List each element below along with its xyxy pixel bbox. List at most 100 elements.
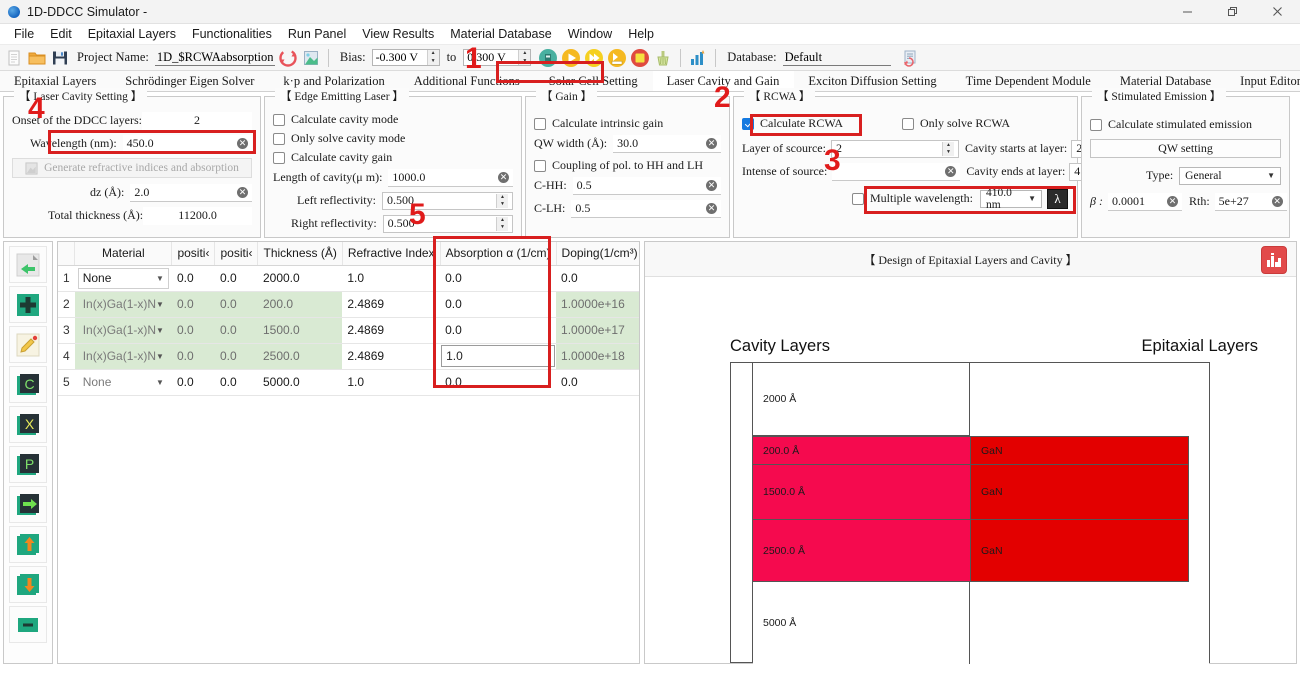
cavity-length-input[interactable]: 1000.0 ✕ — [388, 168, 513, 187]
cell-absorption[interactable]: 0.0 — [440, 317, 557, 344]
reload-database-icon[interactable] — [900, 48, 920, 68]
menu-item-view-results[interactable]: View Results — [354, 25, 442, 43]
cell-refractive-index[interactable]: 2.4869 — [342, 317, 441, 344]
menu-item-edit[interactable]: Edit — [42, 25, 80, 43]
qw-setting-button[interactable]: QW setting — [1090, 139, 1281, 158]
left-reflectivity-input[interactable]: 0.500 ▲ ▼ — [381, 191, 513, 210]
clear-chh-icon[interactable]: ✕ — [706, 179, 717, 191]
material-select[interactable]: In(x)Ga(1-x)N ▼ — [78, 320, 169, 341]
only-solve-cavity-mode-row[interactable]: Only solve cavity mode — [273, 130, 513, 147]
menu-item-help[interactable]: Help — [620, 25, 662, 43]
save-as-icon[interactable] — [301, 48, 321, 68]
cell-doping[interactable]: 0.0 — [556, 265, 639, 292]
wavelength-input[interactable]: 450.0 ✕ — [122, 134, 252, 153]
bias-to-stepper[interactable]: ▲▼ — [463, 49, 532, 66]
cell-material[interactable]: In(x)Ga(1-x)N ▼ — [74, 317, 172, 344]
cell-position-1[interactable]: 0.0 — [171, 265, 215, 292]
left-reflectivity-spin[interactable]: ▲ ▼ — [496, 193, 508, 208]
qw-width-input[interactable]: 30.0 ✕ — [613, 134, 721, 153]
remove-layer-button[interactable] — [9, 606, 47, 643]
coupling-pol-row[interactable]: Coupling of pol. to HH and LH — [534, 157, 721, 174]
calculate-cavity-gain-row[interactable]: Calculate cavity gain — [273, 149, 513, 166]
paste-layer-button[interactable]: P — [9, 446, 47, 483]
table-row[interactable]: 5 None ▼ 0.0 0.0 5000.0 1.0 0.0 0.0 — [58, 369, 639, 396]
cell-material[interactable]: In(x)Ga(1-x)N ▼ — [74, 343, 172, 370]
multiple-wavelength-checkbox[interactable] — [852, 192, 864, 205]
tab-input-editor[interactable]: Input Editor — [1226, 71, 1300, 91]
cell-position-2[interactable]: 0.0 — [214, 265, 258, 292]
multiple-wavelength-select[interactable]: 410.0 nm ▼ — [979, 187, 1042, 211]
clear-dz-icon[interactable]: ✕ — [237, 186, 248, 198]
new-file-icon[interactable] — [4, 48, 24, 68]
open-folder-icon[interactable] — [27, 48, 47, 68]
col-refractive-index[interactable]: Refractive Index — [342, 242, 441, 266]
bias-to-input[interactable] — [464, 50, 519, 65]
cell-material[interactable]: None ▼ — [74, 265, 172, 292]
bias-from-spin-buttons[interactable]: ▲ ▼ — [426, 50, 439, 65]
coupling-pol-checkbox[interactable] — [534, 159, 546, 172]
material-select[interactable]: In(x)Ga(1-x)N ▼ — [78, 294, 169, 315]
minimize-button[interactable] — [1165, 0, 1210, 24]
cell-doping[interactable]: 1.0000e+16 — [556, 291, 639, 318]
col-thickness[interactable]: Thickness (Å) — [257, 242, 343, 266]
bias-from-input[interactable] — [372, 50, 427, 65]
project-name-input[interactable] — [154, 49, 275, 66]
col-material[interactable]: Material — [74, 242, 173, 266]
onset-ddcc-value[interactable]: 2 — [141, 111, 252, 130]
build-input-icon[interactable] — [538, 48, 558, 68]
maximize-button[interactable] — [1210, 0, 1255, 24]
clean-icon[interactable] — [653, 48, 673, 68]
calculate-stimulated-emission-row[interactable]: Calculate stimulated emission — [1090, 116, 1281, 133]
only-solve-cavity-mode-checkbox[interactable] — [273, 132, 285, 145]
table-row[interactable]: 1 None ▼ 0.0 0.0 2000.0 1.0 0.0 0.0 — [58, 265, 639, 292]
clear-qw-width-icon[interactable]: ✕ — [706, 137, 717, 149]
spin-up-icon[interactable]: ▲ — [497, 216, 508, 224]
spin-down-icon[interactable]: ▼ — [942, 148, 954, 156]
cell-position-1[interactable]: 0.0 — [171, 317, 215, 344]
spin-up-icon[interactable]: ▲ — [519, 50, 531, 58]
col-doping[interactable]: Doping(1/cm³) — [556, 242, 639, 266]
calculate-stimulated-emission-checkbox[interactable] — [1090, 118, 1102, 131]
stop-icon[interactable] — [630, 48, 650, 68]
results-chart-icon[interactable] — [688, 48, 708, 68]
cell-position-2[interactable]: 0.0 — [214, 291, 258, 318]
cell-position-1[interactable]: 0.0 — [171, 291, 215, 318]
menu-item-material-database[interactable]: Material Database — [442, 25, 559, 43]
cell-absorption[interactable]: 0.0 — [440, 369, 557, 396]
table-row[interactable]: 3 In(x)Ga(1-x)N ▼ 0.0 0.0 1500.0 2.4869 … — [58, 317, 639, 344]
cell-thickness[interactable]: 5000.0 — [257, 369, 343, 396]
cell-doping[interactable]: 1.0000e+17 — [556, 317, 639, 344]
cell-absorption[interactable]: 0.0 — [440, 291, 557, 318]
cell-refractive-index[interactable]: 2.4869 — [342, 291, 441, 318]
only-solve-rcwa-checkbox[interactable] — [902, 117, 914, 130]
col-position-1[interactable]: positi‹ — [171, 242, 216, 266]
refresh-icon[interactable] — [278, 48, 298, 68]
cell-position-1[interactable]: 0.0 — [171, 369, 215, 396]
menu-item-window[interactable]: Window — [560, 25, 620, 43]
tab-exciton-diffusion-setting[interactable]: Exciton Diffusion Setting — [794, 71, 951, 91]
show-chart-button[interactable] — [1261, 246, 1287, 274]
cell-doping[interactable]: 0.0 — [556, 369, 639, 396]
cell-absorption[interactable]: 1.0 — [440, 343, 557, 370]
menu-item-functionalities[interactable]: Functionalities — [184, 25, 280, 43]
run-icon[interactable] — [561, 48, 581, 68]
cell-thickness[interactable]: 2000.0 — [257, 265, 343, 292]
export-layer-button[interactable] — [9, 486, 47, 523]
right-reflectivity-input[interactable]: 0.500 ▲ ▼ — [382, 214, 513, 233]
type-select[interactable]: General ▼ — [1179, 166, 1281, 185]
cell-material[interactable]: None ▼ — [74, 369, 172, 396]
cell-absorption[interactable]: 0.0 — [440, 265, 557, 292]
clear-clh-icon[interactable]: ✕ — [706, 202, 717, 214]
clear-wavelength-icon[interactable]: ✕ — [237, 137, 248, 149]
table-row[interactable]: 4 In(x)Ga(1-x)N ▼ 0.0 0.0 2500.0 2.4869 … — [58, 343, 639, 370]
cell-position-2[interactable]: 0.0 — [214, 369, 258, 396]
move-layer-up-button[interactable] — [9, 526, 47, 563]
cell-position-1[interactable]: 0.0 — [171, 343, 215, 370]
calculate-rcwa-row[interactable]: Calculate RCWA — [742, 115, 902, 132]
edit-layer-button[interactable] — [9, 326, 47, 363]
cell-position-2[interactable]: 0.0 — [214, 343, 258, 370]
tab-additional-functions[interactable]: Additional Functions — [400, 71, 535, 91]
material-select[interactable]: In(x)Ga(1-x)N ▼ — [78, 346, 169, 367]
absorption-edit-input[interactable]: 1.0 — [441, 345, 556, 367]
spin-up-icon[interactable]: ▲ — [427, 50, 439, 58]
